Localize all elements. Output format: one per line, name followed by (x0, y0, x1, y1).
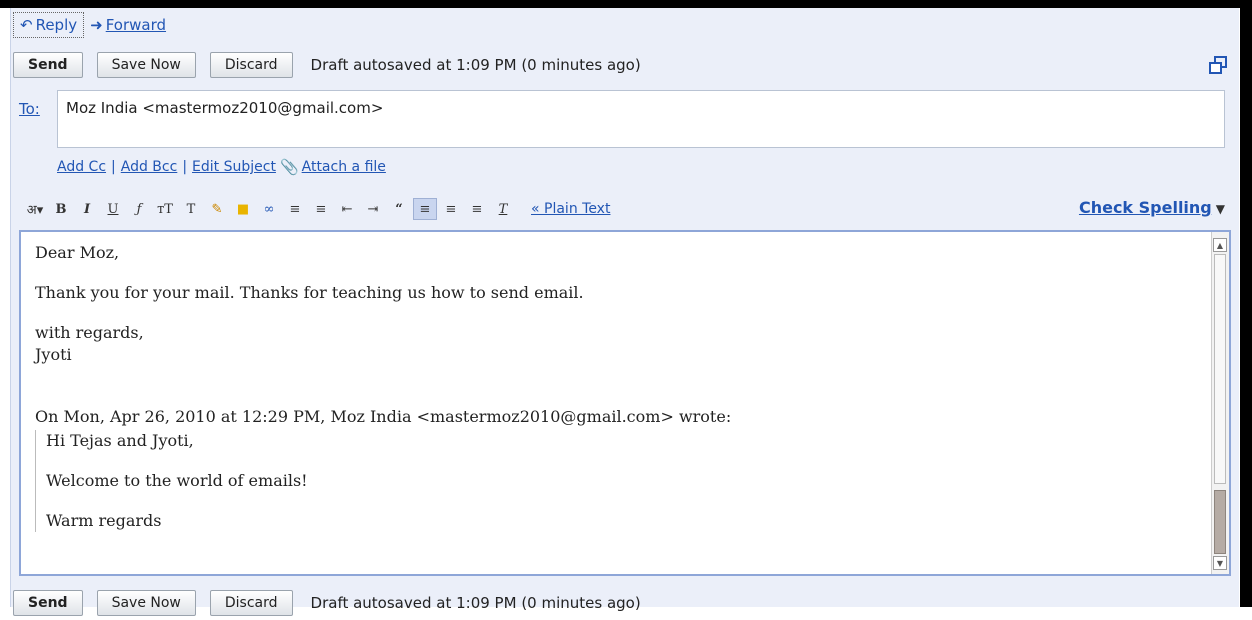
font-family-icon[interactable]: ƒ (127, 198, 151, 220)
save-now-button[interactable]: Save Now (96, 52, 196, 78)
message-body-content: Dear Moz, Thank you for your mail. Thank… (35, 242, 1195, 532)
reply-arrow-icon: ↶ (20, 16, 33, 34)
edit-subject-link[interactable]: Edit Subject (192, 159, 276, 175)
closing-line: with regards, (35, 323, 144, 342)
chevron-down-icon: ▼ (1215, 202, 1225, 216)
to-field-label[interactable]: To: (19, 100, 40, 118)
quote-icon[interactable]: “ (387, 198, 411, 220)
check-spelling-dropdown[interactable]: Check Spelling ▼ (1079, 198, 1225, 217)
greeting-line: Dear Moz, (35, 243, 120, 262)
scroll-thumb[interactable] (1214, 490, 1226, 554)
reply-label: Reply (35, 16, 78, 34)
scroll-track[interactable] (1214, 254, 1226, 554)
font-size-icon[interactable]: тT (153, 198, 177, 220)
remove-formatting-icon[interactable]: T (491, 198, 515, 220)
attach-file-link[interactable]: Attach a file (302, 159, 386, 175)
indent-less-icon[interactable]: ⇤ (335, 198, 359, 220)
autosave-status: Draft autosaved at 1:09 PM (0 minutes ag… (310, 594, 641, 612)
separator: | (182, 159, 188, 175)
quoted-body-line: Welcome to the world of emails! (46, 471, 308, 490)
to-field-input[interactable]: Moz India <mastermoz2010@gmail.com> (57, 90, 1225, 148)
top-frame-border (0, 0, 1252, 8)
quote-header: On Mon, Apr 26, 2010 at 12:29 PM, Moz In… (35, 407, 732, 426)
body-line: Thank you for your mail. Thanks for teac… (35, 283, 584, 302)
scroll-up-icon[interactable]: ▲ (1213, 238, 1227, 252)
discard-button[interactable]: Discard (209, 52, 293, 78)
quoted-greeting: Hi Tejas and Jyoti, (46, 431, 194, 450)
forward-label: Forward (105, 16, 167, 34)
send-button[interactable]: Send (13, 590, 83, 616)
reply-link[interactable]: ↶ Reply (13, 12, 85, 38)
top-action-toolbar: Send Save Now Discard Draft autosaved at… (11, 48, 641, 82)
forward-arrow-icon: ➜ (90, 16, 103, 34)
compose-panel: ↶ Reply ➜ Forward Send Save Now Discard … (10, 8, 1239, 616)
scroll-track-upper (1214, 254, 1226, 484)
separator: | (111, 159, 116, 175)
check-spelling-label: Check Spelling (1078, 198, 1212, 217)
pop-out-icon[interactable] (1209, 56, 1227, 74)
add-cc-link[interactable]: Add Cc (57, 159, 106, 175)
autosave-status: Draft autosaved at 1:09 PM (0 minutes ag… (310, 56, 641, 74)
scroll-down-icon[interactable]: ▼ (1213, 556, 1227, 570)
bulleted-list-icon[interactable]: ≡ (309, 198, 333, 220)
to-field-value: Moz India <mastermoz2010@gmail.com> (66, 99, 384, 117)
plain-text-link[interactable]: « Plain Text (531, 201, 610, 217)
editor-scrollbar[interactable]: ▲ ▼ (1211, 232, 1229, 574)
reply-forward-row: ↶ Reply ➜ Forward (13, 12, 172, 38)
underline-icon[interactable]: U (101, 198, 125, 220)
right-frame-border (1240, 0, 1252, 607)
highlight-color-icon[interactable]: ✎ (205, 198, 229, 220)
align-right-icon[interactable]: ≡ (465, 198, 489, 220)
indent-more-icon[interactable]: ⇥ (361, 198, 385, 220)
font-icon[interactable]: अ▾ (23, 198, 47, 220)
bold-icon[interactable]: B (49, 198, 73, 220)
emoticon-icon[interactable]: ■ (231, 198, 255, 220)
align-center-icon[interactable]: ≡ (439, 198, 463, 220)
link-icon[interactable]: ∞ (257, 198, 281, 220)
italic-icon[interactable]: I (75, 198, 99, 220)
bottom-action-toolbar: Send Save Now Discard Draft autosaved at… (11, 586, 641, 620)
numbered-list-icon[interactable]: ≡ (283, 198, 307, 220)
quoted-message: Hi Tejas and Jyoti, Welcome to the world… (35, 430, 1195, 532)
text-color-icon[interactable]: T (179, 198, 203, 220)
add-bcc-link[interactable]: Add Bcc (121, 159, 178, 175)
signature-line: Jyoti (35, 345, 72, 364)
message-body-editor[interactable]: Dear Moz, Thank you for your mail. Thank… (19, 230, 1231, 576)
save-now-button[interactable]: Save Now (96, 590, 196, 616)
quoted-closing: Warm regards (46, 511, 162, 530)
formatting-toolbar: अ▾ B I U ƒ тT T ✎ ■ ∞ ≡ ≡ ⇤ ⇥ “ ≡ ≡ ≡ T … (23, 196, 1231, 222)
align-left-icon[interactable]: ≡ (413, 198, 437, 220)
send-button[interactable]: Send (13, 52, 83, 78)
address-links: Add Cc | Add Bcc | Edit Subject 📎 Attach… (57, 158, 386, 176)
discard-button[interactable]: Discard (209, 590, 293, 616)
paperclip-icon: 📎 (279, 158, 299, 176)
forward-link[interactable]: ➜ Forward (84, 13, 172, 37)
